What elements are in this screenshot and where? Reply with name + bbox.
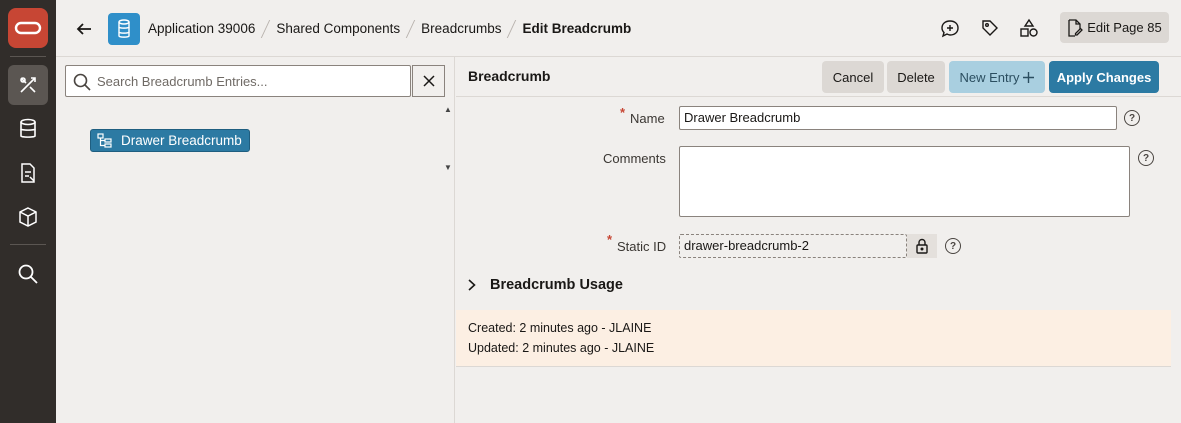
tree-search [65,65,411,97]
comments-label: Comments [603,151,666,166]
comments-field[interactable] [679,146,1130,217]
lock-icon[interactable] [907,234,937,258]
static-id-label: Static ID [617,239,667,254]
edit-page-button[interactable]: Edit Page 85 [1060,12,1169,43]
breadcrumb-separator [261,19,271,38]
new-entry-button[interactable]: New Entry [949,61,1045,93]
created-info: Created: 2 minutes ago - JLAINE [468,321,652,335]
breadcrumb-edit-panel: Breadcrumb Cancel Delete New Entry Apply… [456,57,1181,423]
help-icon[interactable]: ? [945,238,961,254]
search-icon[interactable] [8,254,48,294]
gallery-icon[interactable] [8,197,48,237]
breadcrumb-separator [507,19,517,38]
sql-workshop-icon[interactable] [8,109,48,149]
updated-info: Updated: 2 minutes ago - JLAINE [468,341,655,355]
breadcrumb-separator [405,19,416,38]
oracle-logo[interactable] [8,8,48,48]
search-icon [73,73,91,91]
audit-info: Created: 2 minutes ago - JLAINE Updated:… [456,310,1171,367]
name-label: Name [630,111,665,126]
search-input[interactable] [97,71,397,91]
panel-title: Breadcrumb [468,68,551,84]
rail-divider [10,56,46,57]
cancel-button[interactable]: Cancel [822,61,884,93]
scroll-down-icon[interactable]: ▼ [444,163,452,172]
rail-divider [10,244,46,245]
breadcrumb-shared-components[interactable]: Shared Components [276,21,400,36]
clear-search-button[interactable] [412,65,445,97]
back-arrow-icon[interactable] [72,17,96,41]
breadcrumb-current: Edit Breadcrumb [522,21,632,36]
application-icon[interactable] [108,13,140,45]
breadcrumb: Application 39006 Shared Components Brea… [148,0,631,57]
apply-changes-button[interactable]: Apply Changes [1049,61,1159,93]
edit-page-icon [1068,18,1084,37]
breadcrumb-usage-label: Breadcrumb Usage [490,277,623,293]
breadcrumb-application[interactable]: Application 39006 [148,21,255,36]
delete-button[interactable]: Delete [887,61,945,93]
close-icon [422,75,435,87]
new-entry-label: New Entry [959,69,1020,85]
required-marker: * [620,105,626,120]
top-header: Application 39006 Shared Components Brea… [56,0,1181,57]
panel-header: Breadcrumb Cancel Delete New Entry Apply… [456,57,1181,97]
breadcrumb-usage-region[interactable]: Breadcrumb Usage [468,277,623,293]
feedback-icon[interactable] [938,16,962,40]
tree-node-drawer-breadcrumb[interactable]: Drawer Breadcrumb [90,129,250,152]
app-builder-icon[interactable] [8,65,48,105]
team-development-icon[interactable] [8,153,48,193]
tag-icon[interactable] [978,16,1002,40]
breadcrumb-breadcrumbs[interactable]: Breadcrumbs [421,21,501,36]
plus-icon [1023,71,1035,83]
static-id-field[interactable]: drawer-breadcrumb-2 [679,234,907,258]
scroll-up-icon[interactable]: ▲ [444,105,452,114]
nav-rail [0,0,56,423]
hierarchy-icon [97,132,112,148]
chevron-right-icon [468,279,476,291]
edit-page-label: Edit Page 85 [1087,20,1162,35]
help-icon[interactable]: ? [1138,150,1154,166]
help-icon[interactable]: ? [1124,110,1140,126]
required-marker: * [607,232,613,247]
shared-components-icon[interactable] [1017,16,1041,40]
tree-panel: ▲ ▼ Drawer Breadcrumb [56,57,455,423]
tree-node-label: Drawer Breadcrumb [121,133,242,148]
name-field[interactable]: Drawer Breadcrumb [679,106,1117,130]
